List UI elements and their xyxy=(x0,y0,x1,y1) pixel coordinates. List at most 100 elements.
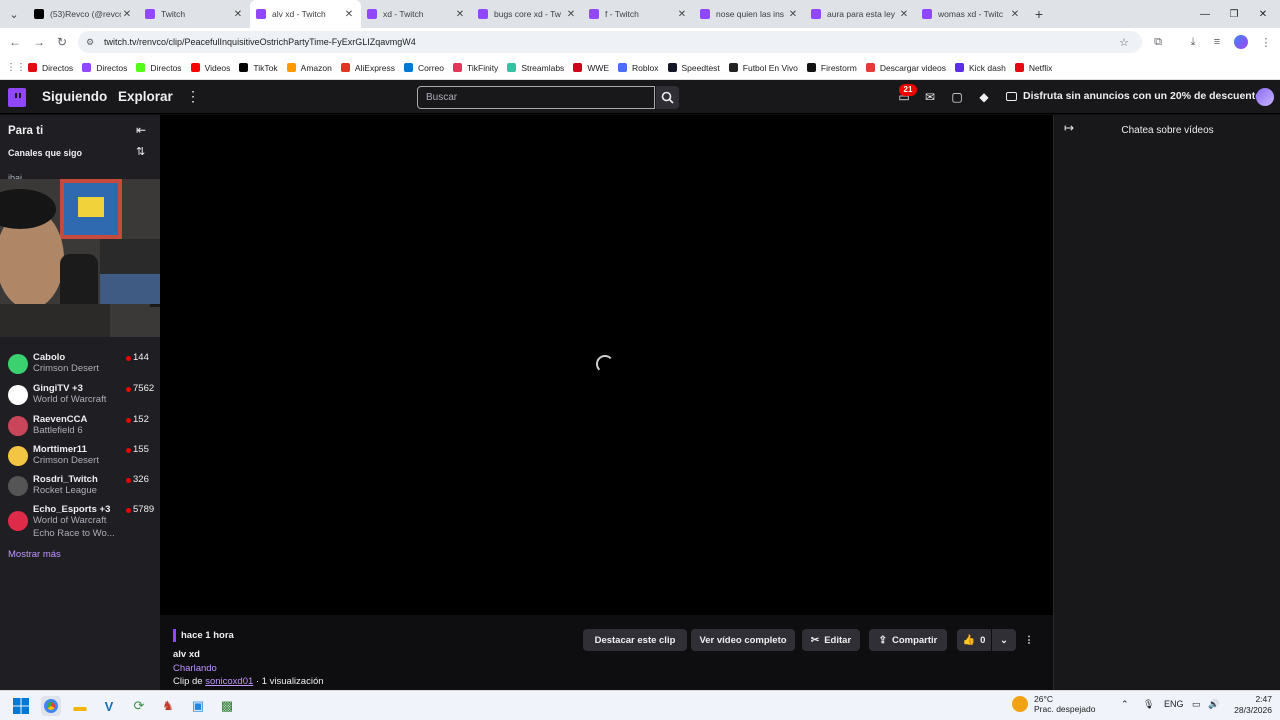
window-close-button[interactable]: ✕ xyxy=(1248,0,1278,28)
profile-avatar[interactable] xyxy=(1229,30,1253,54)
watch-full-video-button[interactable]: Ver vídeo completo xyxy=(691,629,795,651)
chat-panel: ↦ Chatea sobre vídeos xyxy=(1053,115,1280,690)
weather-widget[interactable]: 26°C Prac. despejado xyxy=(1012,694,1095,714)
bookmark-item[interactable]: AliExpress xyxy=(340,63,395,73)
back-icon[interactable]: ← xyxy=(3,30,27,54)
language-indicator[interactable]: ENG xyxy=(1164,699,1184,709)
bookmark-item[interactable]: Amazon xyxy=(286,63,332,73)
feature-clip-button[interactable]: Destacar este clip xyxy=(583,629,687,651)
close-icon[interactable]: ✕ xyxy=(787,9,799,20)
maximize-button[interactable]: ❐ xyxy=(1219,0,1249,28)
more-options-icon[interactable]: ⋮ xyxy=(186,88,200,105)
reload-icon[interactable]: ↻ xyxy=(50,30,74,54)
activity-feed-icon[interactable]: ▢ xyxy=(949,89,965,105)
bookmark-item[interactable]: Firestorm xyxy=(806,63,857,73)
system-clock[interactable]: 2:47 28/3/2026 xyxy=(1222,694,1272,716)
close-icon[interactable]: ✕ xyxy=(121,9,133,20)
network-icon[interactable]: ▭ xyxy=(1192,699,1201,710)
app-figure-icon[interactable]: ♞ xyxy=(158,696,178,716)
bookmark-item[interactable]: Netflix xyxy=(1014,63,1052,73)
close-icon[interactable]: ✕ xyxy=(232,9,244,20)
bits-icon[interactable]: ◆ xyxy=(976,89,992,105)
chrome-taskbar-icon[interactable] xyxy=(41,696,61,716)
more-options-icon[interactable]: ⋮ xyxy=(1020,629,1038,651)
like-button[interactable]: 👍 0 xyxy=(957,629,991,651)
bookmark-item[interactable]: Kick dash xyxy=(954,63,1006,73)
close-icon[interactable]: ✕ xyxy=(565,9,577,20)
file-explorer-icon[interactable]: ▬ xyxy=(70,696,90,716)
tab-search-icon[interactable]: ⌄ xyxy=(0,0,28,28)
bookmark-item[interactable]: TikTok xyxy=(239,63,278,73)
collapse-sidebar-icon[interactable]: ⇤ xyxy=(136,123,146,137)
address-bar[interactable]: ⚙ twitch.tv/renvco/clip/PeacefulInquisit… xyxy=(78,31,1142,53)
browser-tab[interactable]: (53)Revco (@revco ✕ xyxy=(28,0,139,28)
bookmark-item[interactable]: Roblox xyxy=(618,63,659,73)
bookmark-item[interactable]: Directos xyxy=(136,63,182,73)
close-icon[interactable]: ✕ xyxy=(454,9,466,20)
nav-following-link[interactable]: Siguiendo xyxy=(42,89,107,104)
app-v-icon[interactable]: V xyxy=(99,696,119,716)
browser-tab-active[interactable]: alv xd - Twitch ✕ xyxy=(250,0,361,28)
sidebar-channel-morttimer11[interactable]: Morttimer11 Crimson Desert 155 xyxy=(0,442,160,472)
browser-tab[interactable]: nose quien las ins ✕ xyxy=(694,0,805,28)
bookmark-star-icon[interactable]: ☆ xyxy=(1112,30,1136,54)
close-icon[interactable]: ✕ xyxy=(676,9,688,20)
close-icon[interactable]: ✕ xyxy=(898,9,910,20)
bookmark-item[interactable]: Streamlabs xyxy=(507,63,564,73)
site-info-icon[interactable]: ⚙ xyxy=(86,37,98,48)
browser-menu-icon[interactable]: ⋮ xyxy=(1254,30,1278,54)
minimize-button[interactable]: — xyxy=(1190,0,1220,28)
tray-chevron-icon[interactable]: ⌃ xyxy=(1121,699,1129,710)
bookmark-icon xyxy=(728,63,738,72)
app-image-icon[interactable]: ▣ xyxy=(188,696,208,716)
sort-icon[interactable]: ⇅ xyxy=(136,145,145,158)
media-controls-icon[interactable]: ≡ xyxy=(1205,30,1229,54)
sidebar-channel-raevencca[interactable]: RaevenCCA Battlefield 6 152 xyxy=(0,412,160,442)
browser-tab[interactable]: aura para esta ley ✕ xyxy=(805,0,916,28)
sidebar-channel-cabolo[interactable]: Cabolo Crimson Desert 144 xyxy=(0,350,160,380)
whispers-icon[interactable]: ✉ xyxy=(922,89,938,105)
bookmark-item[interactable]: TikFinity xyxy=(452,63,498,73)
twitch-logo-icon[interactable] xyxy=(8,88,26,107)
close-icon[interactable]: ✕ xyxy=(1009,9,1021,20)
search-button[interactable] xyxy=(656,86,679,109)
turbo-promo[interactable]: Disfruta sin anuncios con un 20% de desc… xyxy=(1006,90,1265,102)
app-game-icon[interactable]: ▩ xyxy=(217,696,237,716)
sidebar-channel-rosdri[interactable]: Rosdri_Twitch Rocket League 326 xyxy=(0,472,160,502)
sidebar-channel-gingitv[interactable]: GingiTV +3 World of Warcraft 7562 xyxy=(0,381,160,411)
volume-icon[interactable]: 🔊 xyxy=(1208,699,1219,710)
windows-start-icon[interactable] xyxy=(11,696,31,716)
share-button[interactable]: ⇪ Compartir xyxy=(869,629,947,651)
browser-tab[interactable]: Twitch ✕ xyxy=(139,0,250,28)
edit-button[interactable]: ✂ Editar xyxy=(802,629,860,651)
browser-tab[interactable]: xd - Twitch ✕ xyxy=(361,0,472,28)
nav-browse-link[interactable]: Explorar xyxy=(118,89,173,104)
new-tab-button[interactable]: + xyxy=(1027,6,1051,22)
clip-category-link[interactable]: Charlando xyxy=(173,663,217,674)
download-icon[interactable]: ⤓ xyxy=(1181,30,1205,54)
close-icon[interactable]: ✕ xyxy=(343,9,355,20)
bookmark-item[interactable]: Descargar videos xyxy=(865,63,946,73)
bookmark-item[interactable]: Speedtest xyxy=(667,63,720,73)
forward-icon[interactable]: → xyxy=(27,30,51,54)
search-input[interactable]: Buscar xyxy=(417,86,655,109)
bookmark-item[interactable]: Correo xyxy=(404,63,444,73)
browser-tab[interactable]: bugs core xd - Tw ✕ xyxy=(472,0,583,28)
user-avatar[interactable] xyxy=(1256,88,1274,106)
clipper-link[interactable]: sonicoxd01 xyxy=(205,676,253,687)
bookmark-item[interactable]: Directos xyxy=(28,63,73,73)
app-refresh-icon[interactable]: ⟳ xyxy=(129,696,149,716)
show-more-link[interactable]: Mostrar más xyxy=(8,549,61,560)
microphone-icon[interactable]: 🎙 xyxy=(1143,699,1154,710)
sidebar-channel-echo-esports[interactable]: Echo_Esports +3 World of Warcraft Echo R… xyxy=(0,502,160,544)
browser-tab[interactable]: womas xd - Twitc ✕ xyxy=(916,0,1027,28)
chevron-down-icon[interactable]: ⌄ xyxy=(992,629,1016,651)
bookmark-item[interactable]: Directos xyxy=(82,63,127,73)
bookmark-item[interactable]: Videos xyxy=(190,63,230,73)
bookmark-item[interactable]: WWE xyxy=(573,63,609,73)
bookmark-item[interactable]: Futbol En Vivo xyxy=(728,63,798,73)
extensions-icon[interactable]: ⧉ xyxy=(1146,30,1170,54)
apps-grid-icon[interactable]: ⋮⋮ xyxy=(6,62,26,73)
browser-tab[interactable]: f - Twitch ✕ xyxy=(583,0,694,28)
bookmark-label: WWE xyxy=(587,62,610,73)
